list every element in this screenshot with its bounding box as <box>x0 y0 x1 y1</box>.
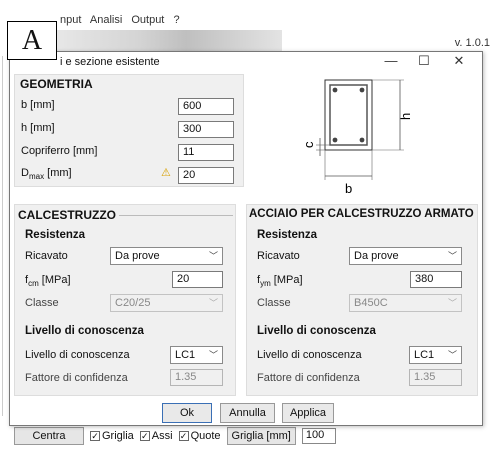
checkbox-icon: ✓ <box>139 431 150 441</box>
center-button[interactable]: Centra <box>14 427 84 445</box>
stirrup-outline <box>329 84 368 146</box>
h-dimension-label: h <box>398 113 413 120</box>
b-dimension-label: b <box>345 181 352 196</box>
rebar-dot <box>332 137 338 143</box>
rebar-dot <box>359 137 365 143</box>
b-label: b [mm] <box>21 99 55 111</box>
copriferro-label: Copriferro [mm] <box>21 145 98 157</box>
section-outline <box>324 79 373 151</box>
ricavato-select[interactable]: Da prove ﹀ <box>349 247 462 265</box>
fattore-input: 1.35 <box>170 369 223 386</box>
annotation-label: A <box>7 21 57 60</box>
classe-select[interactable]: C20/25 ﹀ <box>110 294 223 312</box>
ricavato-select[interactable]: Da prove ﹀ <box>110 247 223 265</box>
menu-help[interactable]: ? <box>173 14 179 26</box>
bottom-toolbar: Centra ✓ Griglia ✓ Assi ✓ Quote Griglia … <box>0 425 500 447</box>
annulla-button[interactable]: Annulla <box>220 403 275 423</box>
chevron-down-icon: ﹀ <box>447 350 457 360</box>
fcm-label: fcm [MPa] <box>25 274 71 289</box>
section-dialog: i e sezione esistente — ☐ ✕ GEOMETRIA b … <box>9 51 483 426</box>
resistenza-title: Resistenza <box>25 229 86 241</box>
livello-title: Livello di conoscenza <box>257 325 376 337</box>
chevron-down-icon: ﹀ <box>447 298 457 308</box>
checkbox-label: Griglia <box>102 430 134 442</box>
maximize-icon[interactable]: ☐ <box>413 53 435 69</box>
livello-title: Livello di conoscenza <box>25 325 144 337</box>
assi-checkbox[interactable]: ✓ Assi <box>139 430 173 442</box>
classe-select[interactable]: B450C ﹀ <box>349 294 462 312</box>
classe-label: Classe <box>257 297 291 309</box>
warning-icon: ⚠ <box>161 167 171 179</box>
menu-input[interactable]: nput <box>60 14 81 26</box>
b-input[interactable]: 600 <box>178 98 234 115</box>
chevron-down-icon: ﹀ <box>208 350 218 360</box>
dmax-input[interactable]: 20 <box>178 167 234 184</box>
griglia-checkbox[interactable]: ✓ Griglia <box>90 430 134 442</box>
quote-checkbox[interactable]: ✓ Quote <box>178 430 221 442</box>
grid-size-label: Griglia [mm] <box>226 427 296 445</box>
grid-size-input[interactable]: 100 <box>301 428 336 444</box>
copriferro-input[interactable]: 11 <box>178 144 234 161</box>
h-input[interactable]: 300 <box>178 121 234 138</box>
geometria-panel: GEOMETRIA b [mm] 600 h [mm] 300 Coprifer… <box>14 74 244 187</box>
c-dimension-label: c <box>301 141 316 148</box>
fcm-input[interactable]: 20 <box>172 271 223 288</box>
fattore-label: Fattore di confidenza <box>257 372 360 384</box>
applica-button[interactable]: Applica <box>282 403 334 423</box>
acciaio-panel: ACCIAIO PER CALCESTRUZZO ARMATO Resisten… <box>246 204 478 396</box>
menu-analisi[interactable]: Analisi <box>90 14 122 26</box>
dmax-label: Dmax [mm] <box>21 167 72 182</box>
checkbox-icon: ✓ <box>178 431 189 441</box>
checkbox-label: Assi <box>151 430 173 442</box>
livello-select[interactable]: LC1 ﹀ <box>170 346 223 364</box>
main-menubar: nput Analisi Output ? <box>60 14 186 26</box>
calcestruzzo-title: CALCESTRUZZO <box>18 208 116 222</box>
fym-label: fym [MPa] <box>257 274 303 289</box>
ok-button[interactable]: Ok <box>162 403 212 423</box>
acciaio-title: ACCIAIO PER CALCESTRUZZO ARMATO <box>249 208 474 220</box>
close-icon[interactable]: ✕ <box>448 53 470 69</box>
checkbox-label: Quote <box>190 430 221 442</box>
minimize-icon[interactable]: — <box>380 53 402 68</box>
section-diagram: h c b <box>301 79 413 196</box>
classe-label: Classe <box>25 297 59 309</box>
rebar-dot <box>359 87 365 93</box>
rebar-dot <box>332 87 338 93</box>
chevron-down-icon: ﹀ <box>208 251 218 261</box>
geometria-title: GEOMETRIA <box>20 77 93 91</box>
app-border <box>2 56 3 416</box>
menu-output[interactable]: Output <box>131 14 164 26</box>
calcestruzzo-panel: CALCESTRUZZO Resistenza Ricavato Da prov… <box>14 204 236 396</box>
livello-select[interactable]: LC1 ﹀ <box>409 346 462 364</box>
livello-label: Livello di conoscenza <box>25 349 130 361</box>
dialog-titlebar[interactable]: i e sezione esistente — ☐ ✕ <box>10 52 482 72</box>
fattore-label: Fattore di confidenza <box>25 372 128 384</box>
resistenza-title: Resistenza <box>257 229 318 241</box>
livello-label: Livello di conoscenza <box>257 349 362 361</box>
ricavato-label: Ricavato <box>25 250 68 262</box>
fym-input[interactable]: 380 <box>410 271 462 288</box>
dialog-title: i e sezione esistente <box>60 56 160 68</box>
h-label: h [mm] <box>21 122 55 134</box>
chevron-down-icon: ﹀ <box>208 298 218 308</box>
app-version: v. 1.0.1 <box>454 37 490 49</box>
ricavato-label: Ricavato <box>257 250 300 262</box>
fattore-input: 1.35 <box>409 369 462 386</box>
chevron-down-icon: ﹀ <box>447 251 457 261</box>
checkbox-icon: ✓ <box>90 431 100 441</box>
